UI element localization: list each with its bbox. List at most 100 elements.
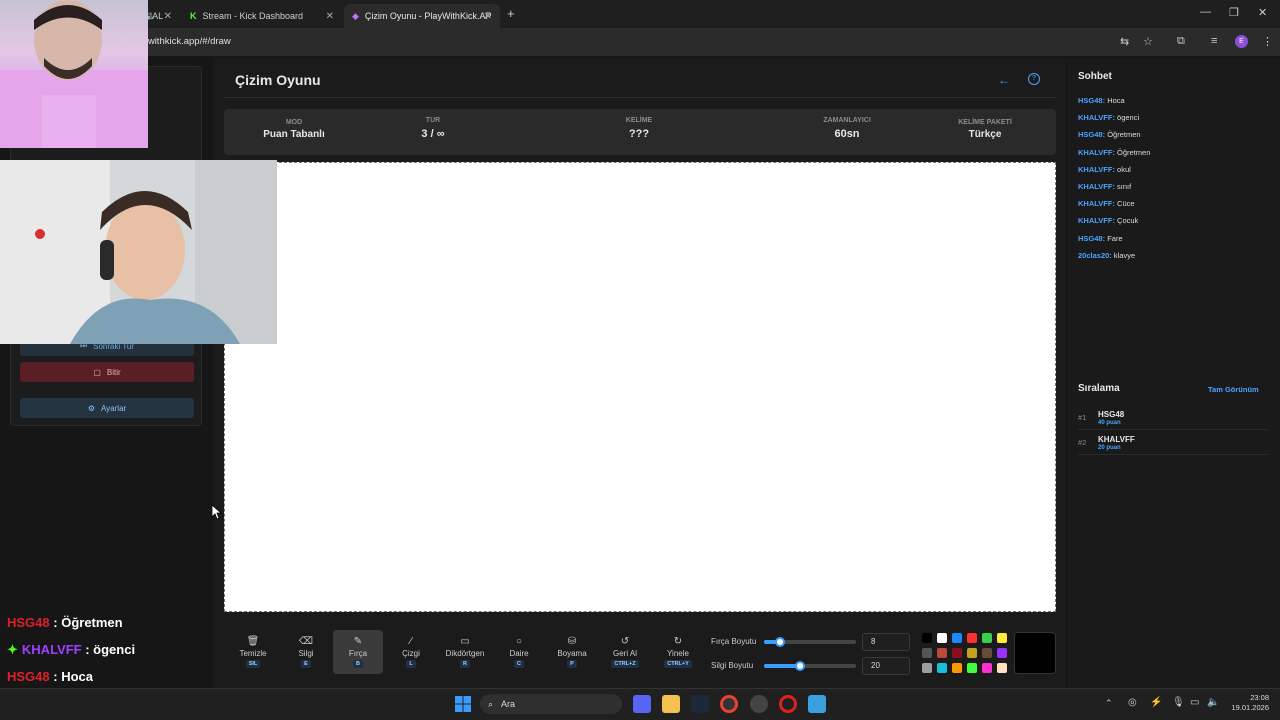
color-swatch[interactable] — [967, 633, 977, 643]
chat-message: KHALVFF: ögenci — [1078, 113, 1140, 123]
word-label: KELİME — [625, 117, 653, 124]
drawing-canvas[interactable] — [224, 162, 1056, 612]
color-swatch[interactable] — [982, 663, 992, 673]
tool-label: Boyama — [557, 649, 587, 658]
tool-shortcut: SIL — [245, 660, 261, 668]
color-swatch[interactable] — [997, 648, 1007, 658]
tool-eraser[interactable]: ⌫ Silgi E — [281, 630, 331, 674]
finish-button[interactable]: ▢ Bitir — [20, 362, 194, 382]
steam-icon[interactable] — [691, 695, 709, 713]
color-swatch[interactable] — [952, 633, 962, 643]
eraser-size-thumb[interactable] — [795, 661, 805, 671]
brush-size-thumb[interactable] — [775, 637, 785, 647]
overlay-text: Hoca — [61, 669, 93, 684]
color-swatch[interactable] — [922, 648, 932, 658]
microphone-icon[interactable]: 🎙 — [1172, 697, 1185, 708]
tool-redo[interactable]: ↻ Yinele CTRL+Y — [653, 630, 703, 674]
notepad-icon[interactable] — [808, 695, 826, 713]
clock-time: 23:08 — [1250, 693, 1269, 702]
eraser-size-slider[interactable] — [764, 664, 856, 668]
eraser-size-input[interactable]: 20 — [862, 657, 910, 675]
full-view-link[interactable]: Tam Görünüm — [1208, 385, 1259, 394]
overlay-chat-message: ✦ KHALVFF : ögenci — [7, 642, 136, 657]
app-icon[interactable] — [750, 695, 768, 713]
eraser-icon: ⌫ — [298, 636, 314, 647]
color-swatch[interactable] — [982, 633, 992, 643]
extensions-icon[interactable]: ⧉ — [1177, 35, 1185, 48]
chat-username: 20clas20 — [1078, 250, 1110, 260]
taskbar-search[interactable]: ⌕ Ara — [480, 694, 622, 714]
stop-icon: ▢ — [93, 367, 101, 377]
brush-size-input[interactable]: 8 — [862, 633, 910, 651]
file-explorer-icon[interactable] — [662, 695, 680, 713]
discord-icon[interactable] — [633, 695, 651, 713]
clock[interactable]: 23:08 19.01.2026 — [1229, 693, 1269, 713]
color-swatch[interactable] — [982, 648, 992, 658]
volume-icon[interactable]: 🔈 — [1207, 697, 1219, 708]
ranking-title: Sıralama — [1078, 383, 1120, 394]
chrome-icon[interactable] — [720, 695, 738, 713]
new-tab-icon[interactable]: + — [507, 6, 515, 21]
color-swatch[interactable] — [937, 648, 947, 658]
chat-message: KHALVFF: Çocuk — [1078, 216, 1139, 226]
color-swatch[interactable] — [967, 648, 977, 658]
color-swatch[interactable] — [997, 663, 1007, 673]
tray-app-icon[interactable]: ◎ — [1128, 697, 1137, 708]
color-swatch[interactable] — [922, 633, 932, 643]
tool-shortcut: R — [460, 660, 470, 668]
timer-value: 60sn — [834, 128, 860, 140]
tool-circle[interactable]: ○ Daire C — [494, 630, 544, 674]
tray-chevron-icon[interactable]: ⌃ — [1105, 698, 1113, 709]
color-swatch[interactable] — [997, 633, 1007, 643]
windows-start-icon[interactable] — [455, 696, 471, 717]
rank-points: 40 puan — [1098, 420, 1121, 426]
mouse-cursor — [211, 504, 223, 524]
translate-icon[interactable]: ⇆ — [1120, 35, 1129, 48]
opera-icon[interactable] — [779, 695, 797, 713]
bucket-icon: ⛁ — [567, 636, 577, 647]
tab-close-icon[interactable]: ✕ — [326, 11, 334, 22]
tool-bucket[interactable]: ⛁ Boyama P — [547, 630, 597, 674]
tool-undo[interactable]: ↺ Geri Al CTRL+Z — [600, 630, 650, 674]
chat-message: HSG48: Hoca — [1078, 96, 1125, 105]
chat-username: HSG48 — [1078, 130, 1103, 140]
word-info: KELİME ??? — [589, 117, 689, 140]
overlay-text: ögenci — [93, 642, 136, 657]
tool-brush[interactable]: ✎ Fırça B — [333, 630, 383, 674]
current-color-preview[interactable] — [1014, 632, 1056, 674]
chat-username: KHALVFF — [1078, 147, 1113, 157]
tray-network-icon[interactable]: ⚡ — [1150, 697, 1162, 708]
tab-close-icon[interactable]: ✕ — [164, 11, 172, 22]
color-swatch[interactable] — [952, 663, 962, 673]
tool-rectangle[interactable]: ▭ Dikdörtgen R — [440, 630, 490, 674]
mode-info: MOD Puan Tabanlı — [244, 119, 344, 140]
help-icon[interactable]: ? — [1028, 73, 1040, 85]
bookmark-star-icon[interactable]: ☆ — [1143, 35, 1153, 48]
chat-message: 20clas20: klavye — [1078, 250, 1136, 260]
chat-username: HSG48 — [1078, 233, 1103, 243]
tool-line[interactable]: ⁄ Çizgi L — [386, 630, 436, 674]
color-swatch[interactable] — [922, 663, 932, 673]
settings-button[interactable]: ⚙ Ayarlar — [20, 398, 194, 418]
tab-2[interactable]: K Stream - Kick Dashboard ✕ — [182, 4, 342, 28]
media-icon[interactable]: ≡ — [1211, 35, 1217, 47]
word-value: ??? — [628, 128, 650, 140]
chat-message: HSG48: Fare — [1078, 233, 1123, 243]
tool-label: Daire — [509, 649, 529, 658]
color-swatch[interactable] — [937, 663, 947, 673]
color-swatch[interactable] — [952, 648, 962, 658]
tab-3[interactable]: ◆ Çizim Oyunu - PlayWithKick.AP ✕ — [344, 4, 500, 28]
tab-close-icon[interactable]: ✕ — [484, 11, 492, 22]
chat-text: Çocuk — [1117, 216, 1139, 226]
tool-trash[interactable]: 🗑 Temizle SIL — [228, 630, 278, 674]
minimize-icon[interactable]: — — [1200, 6, 1211, 18]
maximize-icon[interactable]: ❐ — [1229, 6, 1239, 19]
profile-avatar[interactable]: E — [1235, 35, 1248, 48]
color-swatch[interactable] — [967, 663, 977, 673]
menu-icon[interactable]: ⋮ — [1262, 35, 1273, 48]
close-window-icon[interactable]: ✕ — [1258, 6, 1267, 19]
display-icon[interactable]: ▭ — [1190, 697, 1199, 708]
round-label: TUR — [425, 117, 441, 124]
back-arrow-icon[interactable]: ← — [998, 73, 1010, 87]
color-swatch[interactable] — [937, 633, 947, 643]
